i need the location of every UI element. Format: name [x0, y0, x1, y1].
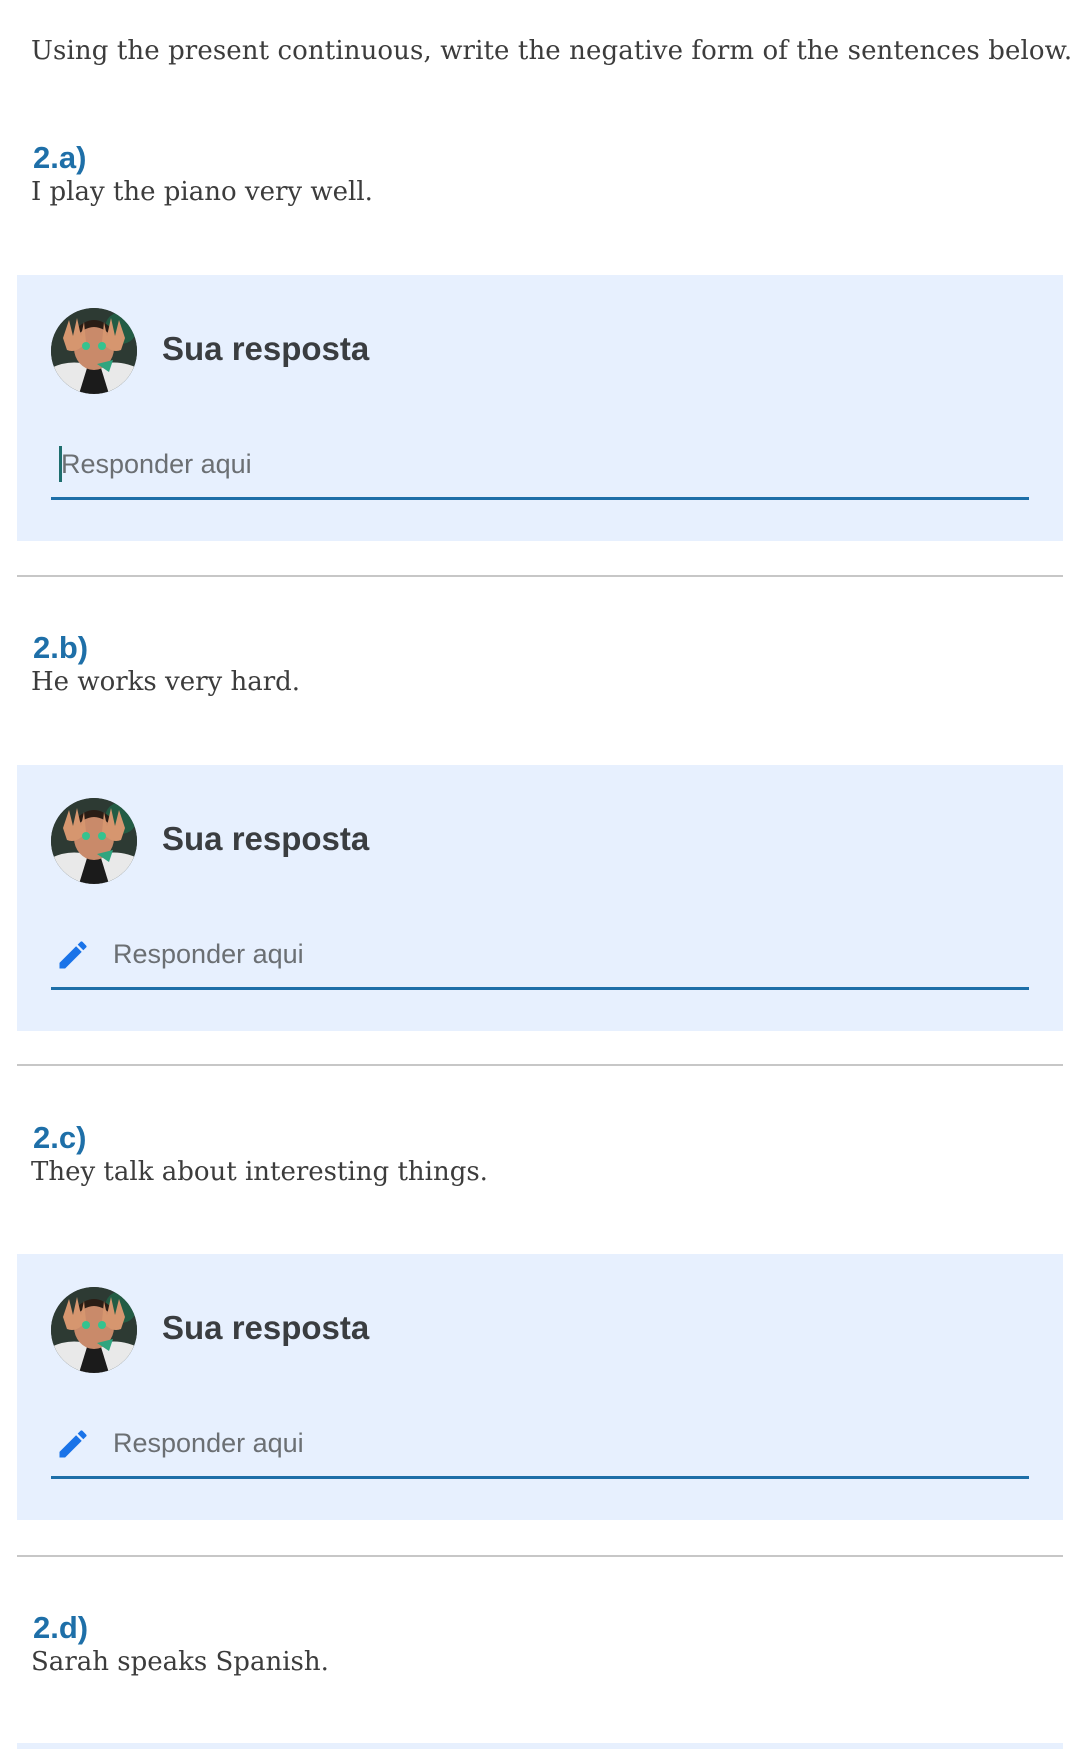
question-number: 2.a): [33, 140, 87, 175]
answer-placeholder: Responder aqui: [113, 1428, 304, 1458]
question-text: Sarah speaks Spanish.: [31, 1647, 329, 1677]
answer-card: Sua resposta Responder aqui: [17, 765, 1063, 1031]
answer-card: [17, 1743, 1063, 1749]
answer-input[interactable]: Responder aqui: [51, 1414, 1029, 1479]
quiz-page: Using the present continuous, write the …: [0, 0, 1080, 1749]
answer-card: Sua resposta Responder aqui: [17, 275, 1063, 541]
instructions-text: Using the present continuous, write the …: [31, 36, 1073, 66]
question-text: They talk about interesting things.: [31, 1157, 488, 1187]
divider: [17, 1555, 1063, 1557]
question-number: 2.d): [33, 1610, 89, 1645]
question-text: He works very hard.: [31, 667, 301, 697]
answer-label: Sua resposta: [162, 820, 370, 857]
answer-placeholder: Responder aqui: [61, 449, 252, 479]
question-number: 2.b): [33, 630, 89, 665]
pencil-icon: [59, 1430, 87, 1458]
user-avatar: [51, 308, 137, 394]
answer-placeholder: Responder aqui: [113, 939, 304, 969]
pencil-icon: [59, 941, 87, 969]
user-avatar: [51, 1287, 137, 1373]
question-text: I play the piano very well.: [31, 177, 373, 207]
divider: [17, 1064, 1063, 1066]
answer-card: Sua resposta Responder aqui: [17, 1254, 1063, 1520]
divider: [17, 575, 1063, 577]
question-number: 2.c): [33, 1120, 87, 1155]
user-avatar: [51, 798, 137, 884]
answer-input[interactable]: Responder aqui: [51, 435, 1029, 500]
answer-input[interactable]: Responder aqui: [51, 925, 1029, 990]
answer-label: Sua resposta: [162, 1309, 370, 1346]
answer-label: Sua resposta: [162, 330, 370, 367]
